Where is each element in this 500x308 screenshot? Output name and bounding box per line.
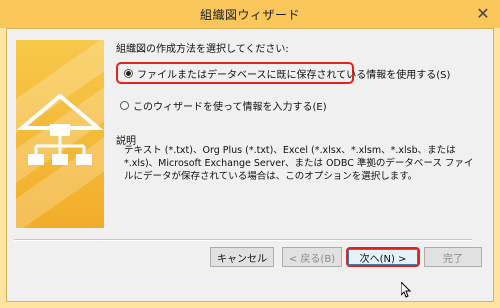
option-label: ファイルまたはデータベースに既に保存されている情報を使用する(S) bbox=[137, 69, 451, 81]
org-chart-icon bbox=[16, 93, 104, 165]
option-enter-with-wizard[interactable]: このウィザードを使って情報を入力する(E) bbox=[120, 98, 327, 113]
separator bbox=[14, 239, 472, 241]
next-button-label: 次へ(N) > bbox=[348, 249, 418, 265]
mouse-cursor-icon bbox=[401, 282, 411, 298]
back-button[interactable]: < 戻る(B) bbox=[282, 247, 342, 267]
cancel-button[interactable]: キャンセル bbox=[210, 247, 274, 267]
description-text: テキスト (*.txt)、Org Plus (*.txt)、Excel (*.x… bbox=[124, 145, 474, 182]
close-icon: ✕ bbox=[476, 3, 490, 23]
option-label: このウィザードを使って情報を入力する(E) bbox=[133, 102, 327, 113]
radio-button-selected[interactable] bbox=[124, 68, 133, 78]
finish-button[interactable]: 完了 bbox=[424, 247, 482, 267]
radio-button[interactable] bbox=[120, 101, 129, 110]
title-bar: 組織図ウィザード ✕ bbox=[0, 0, 500, 28]
option-use-existing-data[interactable]: ファイルまたはデータベースに既に保存されている情報を使用する(S) bbox=[116, 62, 450, 84]
wizard-graphic bbox=[16, 40, 104, 228]
wizard-window: 組織図ウィザード ✕ 組織図の作成方法を選択してください: ファイルまたはデータ… bbox=[0, 0, 500, 308]
instruction-heading: 組織図の作成方法を選択してください: bbox=[116, 44, 289, 55]
next-button[interactable]: 次へ(N) > bbox=[346, 247, 420, 267]
window-title: 組織図ウィザード bbox=[199, 7, 300, 22]
close-button[interactable]: ✕ bbox=[472, 3, 494, 23]
